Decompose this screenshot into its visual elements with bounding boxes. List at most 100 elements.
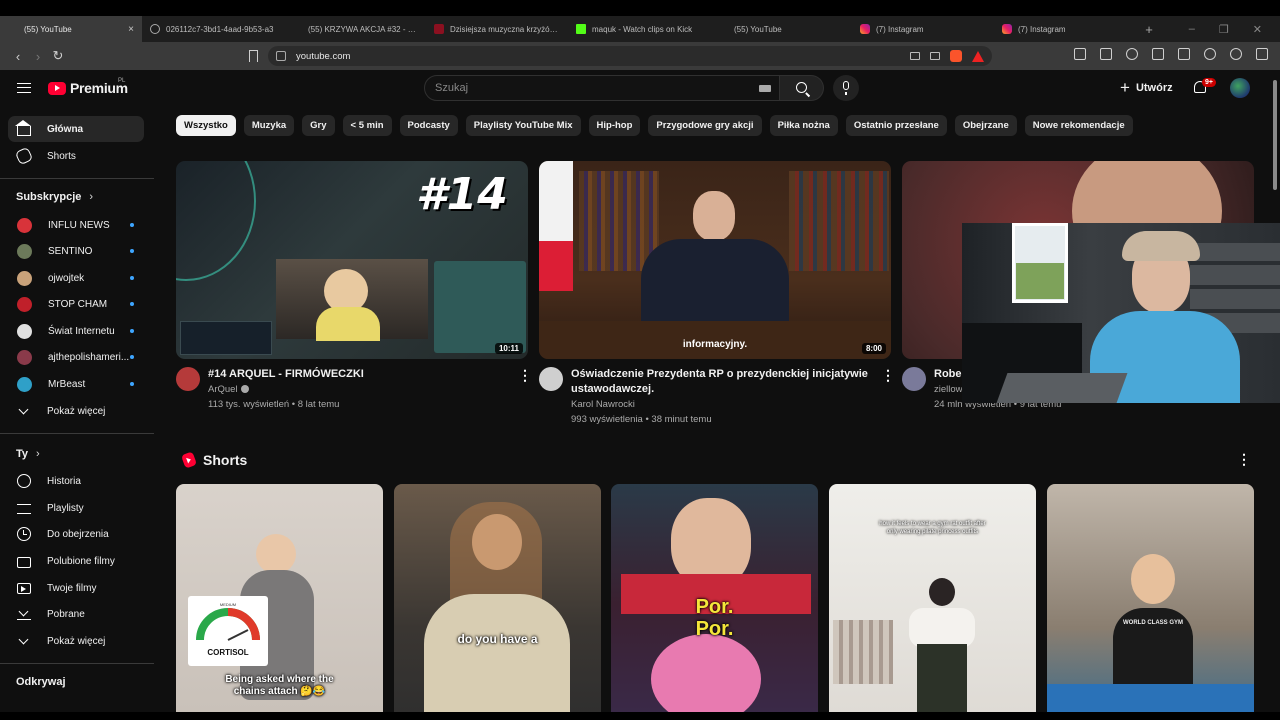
tab-4[interactable]: Dzisiejsza muzyczna krzyżówka — [426, 16, 568, 42]
back-icon[interactable]: ‹ — [8, 49, 28, 64]
close-icon[interactable]: × — [128, 24, 134, 35]
sidebar-item-shorts[interactable]: Shorts — [8, 143, 144, 169]
sidebar-item-liked[interactable]: Polubione filmy — [8, 548, 144, 574]
you-header[interactable]: Ty › — [16, 448, 40, 460]
tab-7[interactable]: (7) Instagram — [852, 16, 994, 42]
chip[interactable]: Nowe rekomendacje — [1024, 115, 1133, 136]
voice-search-button[interactable] — [833, 75, 859, 101]
site-settings-icon[interactable] — [276, 51, 286, 61]
short-card[interactable]: Por. Por. — [611, 484, 818, 712]
channel-name[interactable]: ziellow — [934, 382, 963, 397]
new-tab-button[interactable]: + — [1136, 22, 1162, 37]
tab-6[interactable]: (55) YouTube — [710, 16, 852, 42]
page-scrollbar[interactable] — [1273, 80, 1277, 190]
video-thumbnail[interactable]: informacyjny. 8:00 — [539, 161, 891, 359]
close-window-icon[interactable]: ✕ — [1253, 23, 1262, 36]
title-line: Oświadczenie Prezydenta RP o prezydencki… — [571, 368, 868, 380]
tab-8[interactable]: (7) Instagram — [994, 16, 1136, 42]
chip[interactable]: Muzyka — [243, 115, 295, 136]
video-info: #14 ARQUEL - FIRMÓWECZKI ArQuel 113 tys.… — [176, 367, 532, 417]
home-icon — [15, 120, 31, 136]
search-button[interactable] — [780, 75, 824, 101]
channel-avatar — [17, 349, 32, 365]
sidebar-subscription[interactable]: ojwojtek — [8, 265, 144, 291]
shorts-more-options-icon[interactable] — [1235, 451, 1251, 468]
menu-icon[interactable] — [1256, 48, 1268, 60]
sidebar-item-downloads[interactable]: Pobrane — [8, 601, 144, 627]
cast-icon[interactable] — [910, 52, 920, 60]
video-thumbnail[interactable]: #14 10:11 — [176, 161, 528, 359]
hamburger-icon[interactable] — [17, 83, 31, 93]
tab-5[interactable]: maquk - Watch clips on Kick — [568, 16, 710, 42]
chip[interactable]: Piłka nożna — [769, 115, 838, 136]
chip[interactable]: Hip-hop — [588, 115, 641, 136]
tab-youtube-active[interactable]: (55) YouTube × — [0, 16, 142, 42]
music-icon[interactable] — [1126, 48, 1138, 60]
show-more-subscriptions[interactable]: Pokaż więcej — [8, 398, 144, 424]
short-card[interactable]: MEDIUM CORTISOL Being asked where the ch… — [176, 484, 383, 712]
subscriptions-header[interactable]: Subskrypcje › — [16, 191, 93, 203]
chip[interactable]: Ostatnio przesłane — [845, 115, 947, 136]
bookmark-icon[interactable] — [249, 50, 258, 62]
tab-2[interactable]: 026112c7-3bd1-4aad-9b53-a3 — [142, 16, 284, 42]
video-duration: 10:11 — [494, 343, 523, 354]
chevron-right-icon: › — [36, 448, 40, 460]
short-card[interactable]: WORLD CLASS GYM — [1047, 484, 1254, 712]
short-card[interactable]: how it feels to wear a gym rat outfit af… — [829, 484, 1036, 712]
sidebar-item-history[interactable]: Historia — [8, 468, 144, 494]
youtube-premium-logo[interactable]: Premium — [48, 80, 128, 96]
vpn-icon[interactable] — [1230, 48, 1242, 60]
url-field[interactable]: youtube.com — [268, 46, 992, 66]
screenshot-icon[interactable] — [1100, 48, 1112, 60]
sidebar-item-watch-later[interactable]: Do obejrzenia — [8, 521, 144, 547]
short-card[interactable]: do you have a — [394, 484, 601, 712]
chip[interactable]: Podcasty — [399, 115, 458, 136]
restore-icon[interactable]: ❐ — [1219, 23, 1229, 36]
search-input[interactable]: Szukaj — [424, 75, 780, 101]
account-avatar[interactable] — [1230, 78, 1250, 98]
sidebar-subscription[interactable]: Świat Internetu — [8, 318, 144, 344]
video-title[interactable]: Oświadczenie Prezydenta RP o prezydencki… — [571, 367, 868, 397]
channel-avatar[interactable] — [539, 367, 563, 391]
video-title[interactable]: #14 ARQUEL - FIRMÓWECZKI — [208, 367, 364, 382]
show-more-you[interactable]: Pokaż więcej — [8, 628, 144, 654]
sidebar-subscription[interactable]: SENTINO — [8, 238, 144, 264]
chip[interactable]: Obejrzane — [954, 115, 1017, 136]
chip[interactable]: Playlisty YouTube Mix — [465, 115, 581, 136]
more-options-icon[interactable] — [879, 367, 895, 384]
reload-icon[interactable]: ↻ — [48, 48, 68, 64]
globe-icon — [150, 24, 160, 34]
channel-avatar[interactable] — [902, 367, 926, 391]
sidebar-subscription[interactable]: INFLU NEWS — [8, 212, 144, 238]
keyboard-icon[interactable] — [759, 85, 771, 92]
brave-rewards-icon[interactable] — [972, 50, 984, 62]
share-icon[interactable] — [930, 52, 940, 60]
sidebar-icon[interactable] — [1152, 48, 1164, 60]
tab-3[interactable]: (55) KRZYWA AKCJA #32 - NIE — [284, 16, 426, 42]
chip[interactable]: < 5 min — [342, 115, 392, 136]
sidebar-item-label: Pobrane — [47, 608, 85, 620]
sidebar-subscription[interactable]: STOP CHAM — [8, 291, 144, 317]
minimize-icon[interactable]: – — [1189, 23, 1195, 36]
sidebar-item-your-videos[interactable]: Twoje filmy — [8, 575, 144, 601]
channel-name[interactable]: Karol Nawrocki — [571, 397, 635, 412]
sidebar-item-playlists[interactable]: Playlisty — [8, 495, 144, 521]
extensions-icon[interactable] — [1074, 48, 1086, 60]
chip[interactable]: Wszystko — [176, 115, 236, 136]
sidebar-subscription[interactable]: MrBeast — [8, 371, 144, 397]
forward-icon[interactable]: › — [28, 49, 48, 64]
sidebar-item-home[interactable]: Główna — [8, 116, 144, 142]
more-options-icon[interactable] — [516, 367, 532, 384]
channel-name[interactable]: ArQuel — [208, 382, 249, 397]
channel-avatar[interactable] — [176, 367, 200, 391]
video-title[interactable]: Rober — [934, 367, 966, 382]
sidebar-subscription[interactable]: ajthepolishameri... — [8, 344, 144, 370]
country-code: PL — [118, 78, 126, 84]
leo-ai-icon[interactable] — [1204, 48, 1216, 60]
create-button[interactable]: + Utwórz — [1120, 79, 1173, 96]
brave-shields-icon[interactable] — [950, 50, 962, 62]
webcam-frame — [276, 259, 428, 341]
chip[interactable]: Przygodowe gry akcji — [648, 115, 762, 136]
wallet-icon[interactable] — [1178, 48, 1190, 60]
chip[interactable]: Gry — [302, 115, 335, 136]
